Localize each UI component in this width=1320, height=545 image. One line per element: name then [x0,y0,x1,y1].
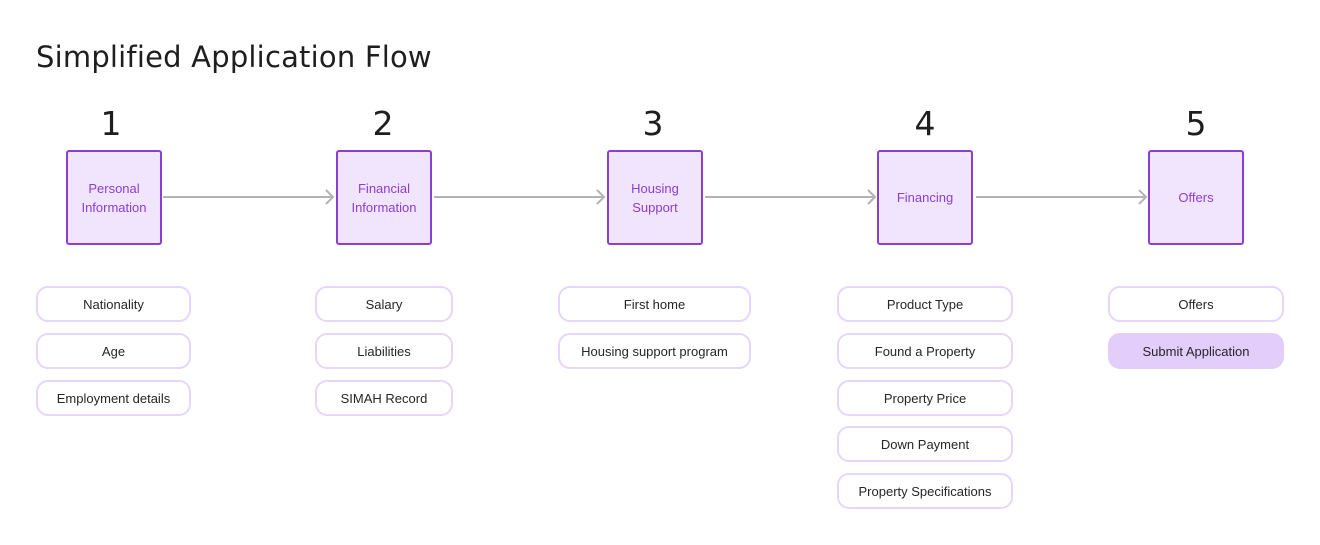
field-age[interactable]: Age [36,333,191,369]
field-property-price[interactable]: Property Price [837,380,1013,416]
step-number-4: 4 [914,104,936,143]
field-salary[interactable]: Salary [315,286,453,322]
field-simah-record[interactable]: SIMAH Record [315,380,453,416]
arrow-icon [434,189,606,205]
field-first-home[interactable]: First home [558,286,751,322]
step-box-personal-information[interactable]: Personal Information [66,150,162,245]
step-number-5: 5 [1185,104,1207,143]
field-down-payment[interactable]: Down Payment [837,426,1013,462]
step-label: Personal Information [81,180,147,215]
arrow-icon [163,189,335,205]
page-title: Simplified Application Flow [36,40,432,74]
field-employment-details[interactable]: Employment details [36,380,191,416]
step-box-housing-support[interactable]: Housing Support [607,150,703,245]
field-nationality[interactable]: Nationality [36,286,191,322]
step-number-2: 2 [372,104,394,143]
field-offers[interactable]: Offers [1108,286,1284,322]
step-box-financial-information[interactable]: Financial Information [336,150,432,245]
field-found-a-property[interactable]: Found a Property [837,333,1013,369]
field-liabilities[interactable]: Liabilities [315,333,453,369]
field-product-type[interactable]: Product Type [837,286,1013,322]
step-number-1: 1 [100,104,122,143]
step-box-offers[interactable]: Offers [1148,150,1244,245]
arrow-icon [705,189,877,205]
step-number-3: 3 [642,104,664,143]
step-label: Offers [1178,190,1214,205]
field-property-specifications[interactable]: Property Specifications [837,473,1013,509]
step-label: Financial Information [351,180,417,215]
step-label: Financing [896,190,954,205]
arrow-icon [976,189,1148,205]
field-housing-support-program[interactable]: Housing support program [558,333,751,369]
step-label: Housing Support [631,180,679,215]
submit-application-button[interactable]: Submit Application [1108,333,1284,369]
step-box-financing[interactable]: Financing [877,150,973,245]
